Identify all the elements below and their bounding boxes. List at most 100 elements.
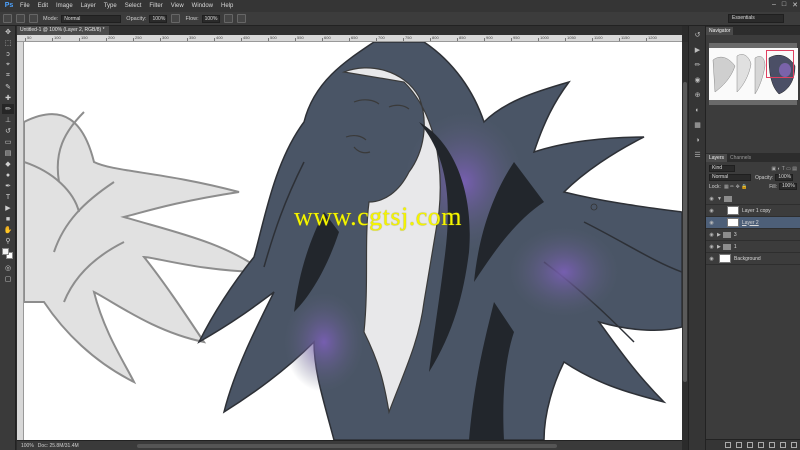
delete-layer-icon[interactable] xyxy=(791,442,797,448)
visibility-eye-icon[interactable]: ◉ xyxy=(708,220,715,226)
move-tool-icon[interactable]: ✥ xyxy=(2,27,14,37)
folder-icon xyxy=(723,195,732,202)
layer-row-group-open[interactable]: ◉ ▼ xyxy=(706,193,800,205)
minimize-button[interactable]: – xyxy=(772,1,776,9)
menu-view[interactable]: View xyxy=(167,0,188,12)
path-select-tool-icon[interactable]: ▶ xyxy=(2,203,14,213)
shape-tool-icon[interactable]: ■ xyxy=(2,214,14,224)
layer-row-group-1[interactable]: ◉ ▶ 1 xyxy=(706,241,800,253)
navigator-panel[interactable] xyxy=(709,43,798,105)
history-brush-tool-icon[interactable]: ↺ xyxy=(2,126,14,136)
brush-tool-preset-icon[interactable] xyxy=(3,14,12,23)
brush-panel-icon[interactable]: ✏ xyxy=(692,60,703,71)
visibility-eye-icon[interactable]: ◉ xyxy=(708,208,715,214)
brush-size-picker-icon[interactable] xyxy=(16,14,25,23)
document-tab[interactable]: Untitled-1 @ 100% (Layer 2, RGB/8) * xyxy=(17,26,109,35)
swatches-panel-icon[interactable]: ▦ xyxy=(692,120,703,131)
flow-field[interactable]: 100% xyxy=(201,14,220,23)
layer-row-background[interactable]: ◉ Background xyxy=(706,253,800,265)
opacity-field[interactable]: 100% xyxy=(149,14,168,23)
new-group-icon[interactable] xyxy=(769,442,775,448)
quick-mask-icon[interactable]: ◎ xyxy=(2,263,14,273)
healing-tool-icon[interactable]: ✚ xyxy=(2,93,14,103)
tab-channels[interactable]: Channels xyxy=(727,154,754,162)
brush-presets-icon[interactable]: ◉ xyxy=(692,75,703,86)
layer-style-icon[interactable] xyxy=(736,442,742,448)
maximize-button[interactable]: □ xyxy=(782,1,786,9)
pen-tool-icon[interactable]: ✒ xyxy=(2,181,14,191)
zoom-tool-icon[interactable]: ⚲ xyxy=(2,236,14,246)
blur-tool-icon[interactable]: ◆ xyxy=(2,159,14,169)
options-bar: Mode: Normal Opacity: 100% Flow: 100% Es… xyxy=(0,12,800,26)
history-panel-icon[interactable]: ↺ xyxy=(692,30,703,41)
layer-fill-field[interactable]: 100% xyxy=(779,183,797,190)
marquee-tool-icon[interactable]: ⬚ xyxy=(2,38,14,48)
clone-stamp-tool-icon[interactable]: ⊥ xyxy=(2,115,14,125)
actions-panel-icon[interactable]: ▶ xyxy=(692,45,703,56)
gradient-tool-icon[interactable]: ▤ xyxy=(2,148,14,158)
pressure-opacity-icon[interactable] xyxy=(171,14,181,23)
visibility-eye-icon[interactable]: ◉ xyxy=(708,244,715,250)
eraser-tool-icon[interactable]: ▭ xyxy=(2,137,14,147)
menu-edit[interactable]: Edit xyxy=(34,0,52,12)
left-wing-sketch xyxy=(24,111,268,385)
document-size[interactable]: Doc: 25.8M/31.4M xyxy=(38,443,79,449)
color-panel-icon[interactable]: ◐ xyxy=(692,105,703,116)
adjustment-layer-icon[interactable] xyxy=(758,442,764,448)
brush-tool-icon[interactable]: ✏ xyxy=(2,104,14,114)
blend-mode-select[interactable]: Normal xyxy=(709,174,751,181)
horizontal-scroll-thumb[interactable] xyxy=(137,444,557,448)
foreground-color-swatch[interactable] xyxy=(2,248,9,255)
menu-filter[interactable]: Filter xyxy=(145,0,166,12)
mode-select[interactable]: Normal xyxy=(61,14,122,23)
quick-select-tool-icon[interactable]: ⌖ xyxy=(2,60,14,70)
group-collapse-icon[interactable]: ▶ xyxy=(717,232,721,238)
tab-layers[interactable]: Layers xyxy=(706,154,728,162)
lasso-tool-icon[interactable]: ↄ xyxy=(2,49,14,59)
add-mask-icon[interactable] xyxy=(747,442,753,448)
brush-panel-toggle-icon[interactable] xyxy=(29,14,38,23)
new-layer-icon[interactable] xyxy=(780,442,786,448)
link-layers-icon[interactable] xyxy=(725,442,731,448)
type-tool-icon[interactable]: T xyxy=(2,192,14,202)
visibility-eye-icon[interactable]: ◉ xyxy=(708,196,715,202)
layer-row-layer-2[interactable]: ◉ Layer 2 xyxy=(706,217,800,229)
visibility-eye-icon[interactable]: ◉ xyxy=(708,256,715,262)
eyedropper-tool-icon[interactable]: ✎ xyxy=(2,82,14,92)
layer-kind-filter[interactable]: Kind xyxy=(709,165,735,172)
properties-panel-icon[interactable]: ☰ xyxy=(692,150,703,161)
clone-source-icon[interactable]: ⊕ xyxy=(692,90,703,101)
screen-mode-icon[interactable]: ▢ xyxy=(2,274,14,284)
menu-window[interactable]: Window xyxy=(188,0,217,12)
filter-icons[interactable]: ▣ ◐ T ▭ ▤ xyxy=(771,166,797,172)
pressure-size-icon[interactable] xyxy=(236,14,246,23)
menu-layer[interactable]: Layer xyxy=(77,0,100,12)
layer-opacity-field[interactable]: 100% xyxy=(775,174,794,181)
menu-select[interactable]: Select xyxy=(121,0,146,12)
group-collapse-icon[interactable]: ▶ xyxy=(717,244,721,250)
ruler-tick-label: 650 xyxy=(351,35,358,40)
navigator-view-rectangle[interactable] xyxy=(766,50,794,78)
menu-type[interactable]: Type xyxy=(100,0,121,12)
dodge-tool-icon[interactable]: ● xyxy=(2,170,14,180)
menu-image[interactable]: Image xyxy=(52,0,77,12)
airbrush-icon[interactable] xyxy=(223,14,233,23)
layer-row-layer-1-copy[interactable]: ◉ Layer 1 copy xyxy=(706,205,800,217)
vertical-scroll-thumb[interactable] xyxy=(683,82,687,382)
group-expand-icon[interactable]: ▼ xyxy=(717,196,722,202)
document-canvas[interactable]: www.cgtsj.com xyxy=(24,42,682,440)
close-button[interactable]: ✕ xyxy=(792,1,798,9)
crop-tool-icon[interactable]: ⌗ xyxy=(2,71,14,81)
ruler-tick-label: 100 xyxy=(54,35,61,40)
lock-icons[interactable]: ▦ ✏ ✥ 🔒 xyxy=(724,184,748,190)
workspace-select[interactable]: Essentials xyxy=(728,14,784,23)
visibility-eye-icon[interactable]: ◉ xyxy=(708,232,715,238)
hand-tool-icon[interactable]: ✋ xyxy=(2,225,14,235)
tab-navigator[interactable]: Navigator xyxy=(706,27,734,35)
layer-row-group-3[interactable]: ◉ ▶ 3 xyxy=(706,229,800,241)
menu-help[interactable]: Help xyxy=(217,0,237,12)
zoom-level[interactable]: 100% xyxy=(21,443,34,449)
adjustments-panel-icon[interactable]: ◑ xyxy=(692,135,703,146)
layers-list: ◉ ▼ ◉ Layer 1 copy ◉ Layer 2 ◉ ▶ 3 ◉ ▶ 1… xyxy=(706,193,800,265)
menu-file[interactable]: File xyxy=(16,0,34,12)
